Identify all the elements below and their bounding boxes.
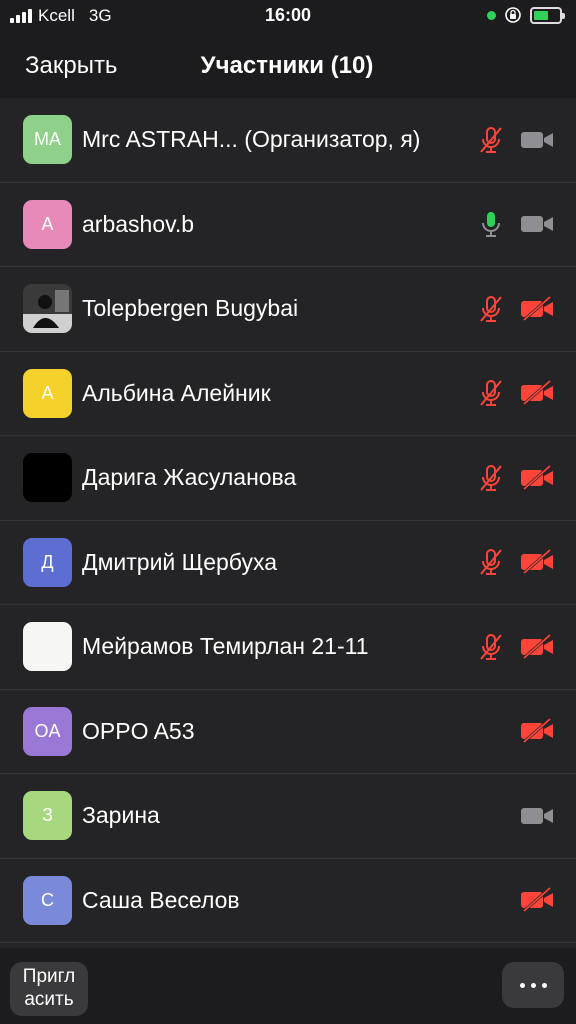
- avatar: A: [23, 199, 72, 249]
- participant-status-icons: [474, 209, 554, 239]
- video-camera-icon: [520, 209, 554, 239]
- avatar-initials: A: [41, 213, 54, 234]
- avatar: C: [23, 875, 72, 925]
- participant-name: Альбина Алейник: [82, 379, 271, 406]
- avatar: OA: [23, 706, 72, 756]
- participant-row[interactable]: OA OPPO A53: [0, 690, 576, 774]
- video-off-icon: [520, 463, 554, 493]
- header: Закрыть Участники (10): [0, 32, 576, 98]
- avatar-initials: A: [41, 382, 54, 403]
- video-camera-icon: [520, 125, 554, 155]
- mic-active-icon: [474, 209, 508, 239]
- participants-list: MA Mrc ASTRAH... (Организатор, я) Aarbasho…: [0, 98, 576, 943]
- participant-status-icons: [474, 125, 554, 155]
- battery-charging-icon: [530, 6, 565, 24]
- participant-row[interactable]: З Зарина: [0, 774, 576, 859]
- participant-name: OPPO A53: [82, 717, 195, 744]
- participant-row[interactable]: Мейрамов Темирлан 21-11: [0, 605, 576, 690]
- avatar-initials: OA: [34, 720, 61, 741]
- avatar-initials: Д: [41, 551, 54, 572]
- participant-row[interactable]: MA Mrc ASTRAH... (Организатор, я): [0, 98, 576, 183]
- status-bar: Kcell 3G 16:00: [0, 0, 576, 32]
- avatar: MA: [23, 115, 72, 165]
- mic-in-use-dot-icon: [487, 10, 496, 20]
- participant-status-icons: [474, 632, 554, 662]
- participant-status-icons: [474, 547, 554, 577]
- participant-row[interactable]: Aarbashov.b: [0, 183, 576, 267]
- participant-name: Мейрамов Темирлан 21-11: [82, 633, 369, 660]
- participant-row[interactable]: Дарига Жасуланова: [0, 436, 576, 521]
- participant-status-icons: [474, 463, 554, 493]
- mic-muted-icon: [474, 294, 508, 324]
- participant-name: Mrc ASTRAH... (Организатор, я): [82, 126, 421, 153]
- mic-muted-icon: [474, 463, 508, 493]
- video-camera-icon: [520, 801, 554, 831]
- participant-name: Tolepbergen Bugybai: [82, 295, 299, 322]
- avatar: [23, 453, 72, 503]
- avatar: A: [23, 368, 72, 418]
- video-off-icon: [520, 378, 554, 408]
- video-off-icon: [520, 294, 554, 324]
- orientation-lock-icon: [505, 7, 521, 23]
- avatar-initials: MA: [34, 129, 61, 150]
- participant-name: arbashov.b: [82, 210, 195, 237]
- participant-status-icons: [520, 716, 554, 746]
- participant-status-icons: [474, 378, 554, 408]
- avatar: Д: [23, 537, 72, 587]
- mic-muted-icon: [474, 125, 508, 155]
- status-right: [487, 6, 565, 24]
- avatar: З: [23, 791, 72, 841]
- avatar-initials: C: [41, 889, 54, 910]
- invite-label-line1: Пригл: [22, 966, 76, 987]
- page-title: Участники (10): [0, 52, 576, 80]
- participant-row[interactable]: A Альбина Алейник: [0, 352, 576, 436]
- participant-name: Зарина: [82, 802, 160, 829]
- video-off-icon: [520, 632, 554, 662]
- mic-muted-icon: [474, 632, 508, 662]
- video-off-icon: [520, 716, 554, 746]
- participant-status-icons: [474, 294, 554, 324]
- mic-muted-icon: [474, 547, 508, 577]
- more-dots-icon[interactable]: [502, 962, 564, 1008]
- participant-row[interactable]: C Саша Веселов: [0, 859, 576, 943]
- participant-name: Саша Веселов: [82, 886, 240, 913]
- avatar: [23, 622, 72, 672]
- page-title-text: Участники (10): [200, 52, 374, 79]
- participant-row[interactable]: Д Дмитрий Щербуха: [0, 521, 576, 605]
- invite-label-line2: асить: [24, 989, 74, 1010]
- participant-name: Дарига Жасуланова: [82, 464, 297, 491]
- invite-button[interactable]: Пригл асить: [10, 962, 88, 1016]
- avatar-initials: З: [42, 805, 53, 826]
- mic-muted-icon: [474, 378, 508, 408]
- bottom-bar: Пригл асить: [0, 948, 576, 1024]
- video-off-icon: [520, 885, 554, 915]
- video-off-icon: [520, 547, 554, 577]
- participant-status-icons: [520, 801, 554, 831]
- avatar: [23, 284, 72, 334]
- participant-row[interactable]: Tolepbergen Bugybai: [0, 267, 576, 352]
- participant-status-icons: [520, 885, 554, 915]
- participant-name: Дмитрий Щербуха: [82, 548, 277, 575]
